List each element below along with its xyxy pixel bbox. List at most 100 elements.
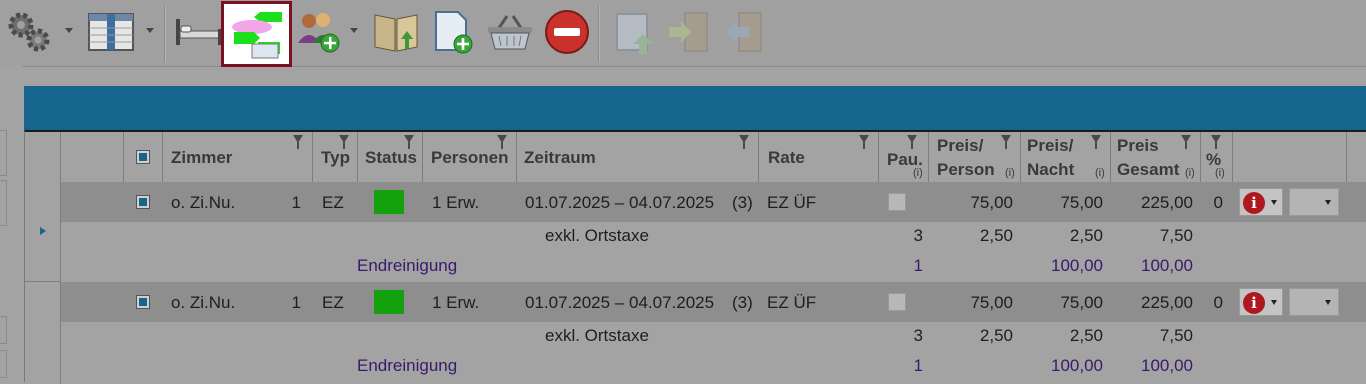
header-zeitraum[interactable]: Zeitraum	[517, 132, 759, 182]
selected-toolbar-button[interactable]	[221, 1, 292, 67]
filter-icon[interactable]	[404, 135, 414, 149]
header-preis-person[interactable]: Preis/ Person (i)	[929, 132, 1021, 182]
row-preis-person: 75,00	[970, 193, 1013, 212]
filter-icon[interactable]	[1181, 135, 1191, 149]
filter-icon[interactable]	[497, 135, 507, 149]
detail-preis-nacht: 2,50	[1069, 226, 1103, 245]
row-prozent: 0	[1213, 193, 1223, 212]
header-preis-nacht[interactable]: Preis/ Nacht (i)	[1021, 132, 1111, 182]
row-preis-nacht: 75,00	[1060, 193, 1103, 212]
header-typ[interactable]: Typ	[313, 132, 358, 182]
toolbar	[0, 0, 1366, 67]
header-blank-cell	[61, 132, 124, 182]
row-preis-nacht: 75,00	[1060, 293, 1103, 312]
header-zimmer[interactable]: Zimmer	[163, 132, 313, 182]
toolbar-separator	[598, 6, 600, 62]
table-row[interactable]: o. Zi.Nu. 1 EZ 1 Erw. 01.07.2025 – 04.07…	[61, 182, 1366, 222]
row-pau-checkbox[interactable]	[888, 193, 906, 211]
room-move-icon[interactable]	[230, 10, 284, 64]
reservation-grid: Zimmer Typ Status Personen Zeitraum Rate…	[24, 130, 1366, 384]
current-row-indicator	[40, 227, 46, 235]
add-guests-icon[interactable]	[294, 6, 344, 58]
header-preis-nacht-label-2: Nacht	[1027, 160, 1075, 179]
left-panel-box	[0, 130, 7, 176]
basket-icon[interactable]	[484, 6, 536, 58]
chevron-down-icon	[1325, 300, 1331, 305]
row-checkbox[interactable]	[136, 295, 150, 309]
header-select-all-cell	[124, 132, 163, 182]
row-dropdown[interactable]	[1289, 288, 1339, 316]
row-dropdown[interactable]	[1289, 188, 1339, 216]
toolbar-separator	[164, 6, 166, 62]
row-rate: EZ ÜF	[767, 293, 817, 312]
door-out-icon[interactable]	[718, 6, 768, 58]
detail-label: exkl. Ortstaxe	[545, 326, 649, 345]
row-count: 1	[291, 193, 301, 212]
row-nights: (3)	[732, 293, 753, 312]
row-personen: 1 Erw.	[432, 193, 480, 212]
filter-icon[interactable]	[293, 135, 303, 149]
chevron-down-icon	[1271, 300, 1277, 305]
document-up-icon[interactable]	[610, 6, 660, 58]
info-icon: i	[1243, 192, 1265, 214]
detail-preis-gesamt: 100,00	[1141, 256, 1193, 275]
filter-icon[interactable]	[739, 135, 749, 149]
new-document-icon[interactable]	[428, 6, 478, 58]
bed-icon[interactable]	[174, 6, 224, 58]
header-actions-cell	[1233, 132, 1347, 182]
header-prozent[interactable]: % (i)	[1201, 132, 1233, 182]
header-typ-label: Typ	[321, 148, 350, 167]
columns-icon[interactable]	[86, 6, 136, 58]
filter-icon[interactable]	[859, 135, 869, 149]
row-detail: Endreinigung 1 100,00 100,00	[61, 352, 1366, 382]
header-pau[interactable]: Pau. (i)	[879, 132, 929, 182]
row-status-indicator	[374, 190, 404, 214]
row-pau-checkbox[interactable]	[888, 293, 906, 311]
gears-dropdown-arrow[interactable]	[65, 28, 73, 33]
detail-preis-person: 2,50	[979, 326, 1013, 345]
detail-pau: 1	[913, 256, 923, 275]
door-in-icon[interactable]	[664, 6, 714, 58]
chevron-down-icon	[1325, 200, 1331, 205]
filter-icon[interactable]	[907, 135, 917, 149]
add-guests-dropdown-arrow[interactable]	[350, 28, 358, 33]
detail-label: exkl. Ortstaxe	[545, 226, 649, 245]
detail-preis-gesamt: 100,00	[1141, 356, 1193, 375]
select-all-checkbox[interactable]	[136, 150, 150, 164]
detail-pau: 3	[913, 326, 923, 345]
row-rate: EZ ÜF	[767, 193, 817, 212]
row-info-button[interactable]: i	[1239, 288, 1283, 316]
row-nights: (3)	[732, 193, 753, 212]
detail-preis-nacht: 100,00	[1051, 356, 1103, 375]
detail-preis-person: 2,50	[979, 226, 1013, 245]
detail-pau: 1	[913, 356, 923, 375]
chevron-down-icon	[1271, 200, 1277, 205]
filter-icon[interactable]	[1211, 135, 1221, 149]
header-preis-nacht-info: (i)	[1095, 167, 1105, 179]
header-rate[interactable]: Rate	[759, 132, 879, 182]
header-status[interactable]: Status	[358, 132, 423, 182]
grid-header: Zimmer Typ Status Personen Zeitraum Rate…	[25, 132, 1366, 182]
detail-preis-gesamt: 7,50	[1159, 326, 1193, 345]
detail-pau: 3	[913, 226, 923, 245]
row-personen: 1 Erw.	[432, 293, 480, 312]
stop-icon[interactable]	[542, 6, 592, 58]
left-panel-box	[0, 180, 7, 226]
header-preis-gesamt[interactable]: Preis Gesamt (i)	[1111, 132, 1201, 182]
header-rate-label: Rate	[768, 148, 805, 167]
row-info-button[interactable]: i	[1239, 188, 1283, 216]
header-personen[interactable]: Personen	[423, 132, 517, 182]
row-prozent: 0	[1213, 293, 1223, 312]
filter-icon[interactable]	[339, 135, 349, 149]
filter-icon[interactable]	[1091, 135, 1101, 149]
filter-icon[interactable]	[1001, 135, 1011, 149]
open-book-icon[interactable]	[370, 6, 422, 58]
row-zeitraum: 01.07.2025 – 04.07.2025	[525, 293, 715, 312]
left-panel-edge	[0, 66, 22, 382]
gears-icon[interactable]	[4, 6, 54, 58]
row-preis-person: 75,00	[970, 293, 1013, 312]
header-zimmer-label: Zimmer	[171, 148, 233, 167]
table-row[interactable]: o. Zi.Nu. 1 EZ 1 Erw. 01.07.2025 – 04.07…	[61, 282, 1366, 322]
columns-dropdown-arrow[interactable]	[146, 28, 154, 33]
row-checkbox[interactable]	[136, 195, 150, 209]
